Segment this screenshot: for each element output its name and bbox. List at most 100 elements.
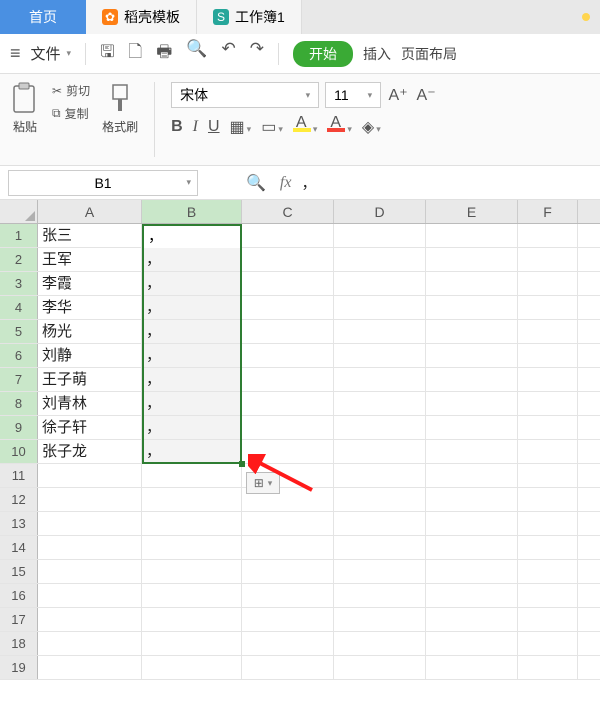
cell-A5[interactable]: 杨光 — [38, 320, 142, 343]
cell-A19[interactable] — [38, 656, 142, 679]
cut-button[interactable]: ✂ 剪切 — [52, 82, 90, 99]
row-header[interactable]: 17 — [0, 608, 38, 631]
cell-D9[interactable] — [334, 416, 426, 439]
cell-F1[interactable] — [518, 224, 578, 247]
col-header-A[interactable]: A — [38, 200, 142, 223]
menu-file[interactable]: 文件 ▾ — [31, 43, 72, 64]
cell-C1[interactable] — [242, 224, 334, 247]
cell-A2[interactable]: 王军 — [38, 248, 142, 271]
redo-icon[interactable]: ↷ — [250, 39, 264, 68]
col-header-F[interactable]: F — [518, 200, 578, 223]
cell-C14[interactable] — [242, 536, 334, 559]
bold-button[interactable]: B — [171, 118, 183, 136]
paste-options-button[interactable]: ⊞ ▾ — [246, 472, 280, 494]
cell-A3[interactable]: 李霞 — [38, 272, 142, 295]
merge-button[interactable]: ▭▾ — [261, 117, 283, 137]
search-icon[interactable]: 🔍 — [246, 173, 266, 193]
cell-E15[interactable] — [426, 560, 518, 583]
cell-A16[interactable] — [38, 584, 142, 607]
row-header[interactable]: 4 — [0, 296, 38, 319]
row-header[interactable]: 10 — [0, 440, 38, 463]
cell-E8[interactable] — [426, 392, 518, 415]
font-size-select[interactable]: 11 ▾ — [325, 82, 381, 108]
cell-A10[interactable]: 张子龙 — [38, 440, 142, 463]
print-preview-icon[interactable]: 🗋 — [129, 39, 143, 68]
row-header[interactable]: 2 — [0, 248, 38, 271]
cell-A4[interactable]: 李华 — [38, 296, 142, 319]
cell-C13[interactable] — [242, 512, 334, 535]
cell-D12[interactable] — [334, 488, 426, 511]
cell-B9[interactable]: ， — [142, 416, 242, 439]
cell-B19[interactable] — [142, 656, 242, 679]
cell-C17[interactable] — [242, 608, 334, 631]
cell-B15[interactable] — [142, 560, 242, 583]
cell-E19[interactable] — [426, 656, 518, 679]
cell-F18[interactable] — [518, 632, 578, 655]
undo-icon[interactable]: ↶ — [221, 39, 235, 68]
cell-C9[interactable] — [242, 416, 334, 439]
fx-icon[interactable]: fx — [280, 174, 292, 192]
cell-E5[interactable] — [426, 320, 518, 343]
text-color-button[interactable]: A ▾ — [327, 116, 352, 137]
increase-font-button[interactable]: A⁺ — [387, 84, 409, 106]
cell-C6[interactable] — [242, 344, 334, 367]
tab-workbook[interactable]: S 工作簿1 — [197, 0, 302, 34]
cell-A9[interactable]: 徐子轩 — [38, 416, 142, 439]
more-font-button[interactable]: ◈▾ — [362, 117, 381, 137]
cell-D10[interactable] — [334, 440, 426, 463]
hamburger-icon[interactable]: ≡ — [10, 43, 21, 64]
border-button[interactable]: ▦▾ — [230, 117, 252, 137]
cell-B4[interactable]: ， — [142, 296, 242, 319]
cell-D2[interactable] — [334, 248, 426, 271]
cell-A8[interactable]: 刘青林 — [38, 392, 142, 415]
row-header[interactable]: 18 — [0, 632, 38, 655]
font-name-select[interactable]: 宋体 ▾ — [171, 82, 319, 108]
cell-C15[interactable] — [242, 560, 334, 583]
col-header-E[interactable]: E — [426, 200, 518, 223]
cell-C3[interactable] — [242, 272, 334, 295]
cell-E10[interactable] — [426, 440, 518, 463]
paste-button[interactable]: 粘贴 — [10, 82, 40, 135]
cell-D7[interactable] — [334, 368, 426, 391]
cell-A15[interactable] — [38, 560, 142, 583]
tab-templates[interactable]: ✿ 稻壳模板 — [86, 0, 197, 34]
cell-B11[interactable] — [142, 464, 242, 487]
select-all-corner[interactable] — [0, 200, 38, 223]
cell-A18[interactable] — [38, 632, 142, 655]
cell-F5[interactable] — [518, 320, 578, 343]
cell-F17[interactable] — [518, 608, 578, 631]
cell-D19[interactable] — [334, 656, 426, 679]
col-header-C[interactable]: C — [242, 200, 334, 223]
cell-C5[interactable] — [242, 320, 334, 343]
cell-E9[interactable] — [426, 416, 518, 439]
row-header[interactable]: 14 — [0, 536, 38, 559]
row-header[interactable]: 13 — [0, 512, 38, 535]
cell-F14[interactable] — [518, 536, 578, 559]
cell-B7[interactable]: ， — [142, 368, 242, 391]
print-icon[interactable]: 🖶 — [156, 39, 172, 68]
cell-D3[interactable] — [334, 272, 426, 295]
cell-E18[interactable] — [426, 632, 518, 655]
cell-E12[interactable] — [426, 488, 518, 511]
cell-D1[interactable] — [334, 224, 426, 247]
ribbon-tab-pagelayout[interactable]: 页面布局 — [401, 44, 457, 64]
cell-E17[interactable] — [426, 608, 518, 631]
cell-F15[interactable] — [518, 560, 578, 583]
cell-F16[interactable] — [518, 584, 578, 607]
cell-D5[interactable] — [334, 320, 426, 343]
col-header-B[interactable]: B — [142, 200, 242, 223]
cell-E3[interactable] — [426, 272, 518, 295]
row-header[interactable]: 7 — [0, 368, 38, 391]
copy-button[interactable]: ⧉ 复制 — [52, 105, 90, 122]
cell-E2[interactable] — [426, 248, 518, 271]
cell-A7[interactable]: 王子萌 — [38, 368, 142, 391]
cell-E13[interactable] — [426, 512, 518, 535]
row-header[interactable]: 11 — [0, 464, 38, 487]
cell-A1[interactable]: 张三 — [38, 224, 142, 247]
cell-C19[interactable] — [242, 656, 334, 679]
cell-B18[interactable] — [142, 632, 242, 655]
cell-C16[interactable] — [242, 584, 334, 607]
cell-F8[interactable] — [518, 392, 578, 415]
row-header[interactable]: 19 — [0, 656, 38, 679]
cell-D11[interactable] — [334, 464, 426, 487]
